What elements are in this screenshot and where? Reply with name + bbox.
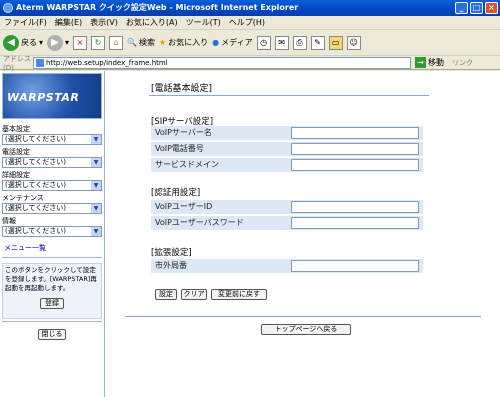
page-icon	[36, 58, 44, 67]
auth-section-heading: [認証用設定]	[151, 188, 201, 198]
divider	[2, 257, 102, 258]
info-select[interactable]: (選択してください) ▼	[2, 226, 102, 237]
bottom-divider	[125, 316, 481, 317]
favorites-button[interactable]: ★ お気に入り	[159, 37, 208, 48]
refresh-icon[interactable]: ↻	[91, 35, 106, 50]
warpstar-logo: WARPSTAR	[2, 73, 102, 119]
chevron-down-icon: ▼	[91, 158, 101, 167]
area-code-input[interactable]	[291, 260, 419, 272]
menu-edit[interactable]: 編集(E)	[55, 16, 82, 29]
maintenance-select[interactable]: (選択してください) ▼	[2, 203, 102, 214]
chevron-down-icon: ▼	[91, 135, 101, 144]
forward-button[interactable]: ▶ ▾	[47, 34, 70, 51]
area-code-row: 市外局番	[151, 259, 423, 273]
voip-password-input[interactable]	[291, 217, 419, 229]
toolbar: ◀ 戻る ▾ ▶ ▾ × ↻ ⌂ 🔍 検索 ★ お気に入り ● メディア ◷ ✉…	[0, 30, 500, 56]
nav-group-basic: 基本設定 (選択してください) ▼	[2, 125, 102, 145]
go-button[interactable]: → 移動	[415, 57, 444, 68]
voip-number-row: VoIP電話番号	[151, 142, 423, 156]
chevron-down-icon: ▼	[91, 204, 101, 213]
title-divider	[149, 95, 429, 96]
voip-server-row: VoIPサーバー名	[151, 126, 423, 140]
voip-user-id-input[interactable]	[291, 201, 419, 213]
advanced-settings-select[interactable]: (選択してください) ▼	[2, 180, 102, 191]
media-button[interactable]: ● メディア	[212, 37, 252, 48]
nav-group-info: 情報 (選択してください) ▼	[2, 217, 102, 237]
close-button[interactable]: 閉じる	[38, 329, 66, 340]
back-button[interactable]: ◀ 戻る ▾	[3, 34, 44, 51]
address-bar: アドレス(D) http://web.setup/index_frame.htm…	[0, 54, 500, 72]
service-domain-row: サービスドメイン	[151, 158, 423, 172]
window-title: Aterm WARPSTAR クイック設定Web - Microsoft Int…	[16, 3, 299, 12]
ie-icon	[3, 3, 13, 13]
go-arrow-icon: →	[415, 57, 426, 68]
chevron-down-icon: ▼	[91, 227, 101, 236]
top-page-button[interactable]: トップページへ戻る	[261, 324, 351, 335]
back-arrow-icon: ◀	[3, 34, 19, 51]
voip-server-input[interactable]	[291, 127, 419, 139]
page-title: [電話基本設定]	[151, 84, 213, 94]
search-button[interactable]: 🔍 検索	[127, 37, 155, 48]
home-icon[interactable]: ⌂	[109, 35, 124, 50]
voip-number-input[interactable]	[291, 143, 419, 155]
window-titlebar: Aterm WARPSTAR クイック設定Web - Microsoft Int…	[0, 0, 500, 16]
nav-group-phone: 電話設定 (選択してください) ▼	[2, 148, 102, 168]
main-frame: [電話基本設定] [SIPサーバ設定] VoIPサーバー名 VoIP電話番号 サ…	[105, 71, 500, 397]
nav-group-advanced: 詳細設定 (選択してください) ▼	[2, 171, 102, 191]
maximize-button[interactable]: □	[470, 2, 483, 14]
messenger-icon[interactable]: ☺	[346, 35, 361, 50]
menubar: ファイル(F) 編集(E) 表示(V) お気に入り(A) ツール(T) ヘルプ(…	[0, 16, 500, 30]
chevron-down-icon: ▾	[65, 38, 70, 47]
print-icon[interactable]: ⎙	[292, 35, 307, 50]
history-icon[interactable]: ◷	[256, 35, 271, 50]
chevron-down-icon: ▼	[91, 181, 101, 190]
nav-group-maintenance: メンテナンス (選択してください) ▼	[2, 194, 102, 214]
media-icon: ●	[212, 38, 220, 47]
forward-arrow-icon: ▶	[47, 34, 64, 51]
voip-password-row: VoIPユーザーパスワード	[151, 216, 423, 230]
divider	[2, 321, 102, 322]
minimize-button[interactable]: _	[455, 2, 468, 14]
menu-favorites[interactable]: お気に入り(A)	[126, 16, 178, 29]
search-icon: 🔍	[127, 38, 137, 47]
menu-help[interactable]: ヘルプ(H)	[229, 16, 265, 29]
set-button[interactable]: 設定	[155, 289, 177, 300]
address-input[interactable]: http://web.setup/index_frame.html	[33, 56, 411, 69]
address-label: アドレス(D)	[3, 54, 31, 72]
menu-list-link[interactable]: メニュー一覧	[4, 243, 46, 253]
voip-user-id-row: VoIPユーザーID	[151, 200, 423, 214]
star-icon: ★	[159, 38, 167, 47]
edit-icon[interactable]: ✎	[310, 35, 325, 50]
menu-file[interactable]: ファイル(F)	[4, 16, 47, 29]
chevron-down-icon: ▾	[39, 38, 44, 47]
browser-content: WARPSTAR 基本設定 (選択してください) ▼ 電話設定 (選択してくださ…	[0, 71, 500, 397]
register-button[interactable]: 登録	[40, 298, 64, 309]
clear-button[interactable]: クリア	[181, 289, 207, 300]
basic-settings-select[interactable]: (選択してください) ▼	[2, 134, 102, 145]
close-window-button[interactable]: ×	[485, 2, 498, 14]
stop-icon[interactable]: ×	[73, 35, 88, 50]
sidebar: WARPSTAR 基本設定 (選択してください) ▼ 電話設定 (選択してくださ…	[0, 71, 105, 397]
phone-settings-select[interactable]: (選択してください) ▼	[2, 157, 102, 168]
service-domain-input[interactable]	[291, 159, 419, 171]
mail-icon[interactable]: ✉	[274, 35, 289, 50]
links-button[interactable]: リンク	[452, 58, 473, 68]
menu-tools[interactable]: ツール(T)	[186, 16, 221, 29]
ext-section-heading: [拡張設定]	[151, 248, 192, 258]
menu-view[interactable]: 表示(V)	[90, 16, 118, 29]
folder-icon[interactable]: ▭	[328, 35, 343, 50]
revert-button[interactable]: 変更前に戻す	[211, 289, 267, 300]
register-note: このボタンをクリックして設定を登録します。[WARPSTAR]再起動を再起動しま…	[2, 263, 102, 319]
